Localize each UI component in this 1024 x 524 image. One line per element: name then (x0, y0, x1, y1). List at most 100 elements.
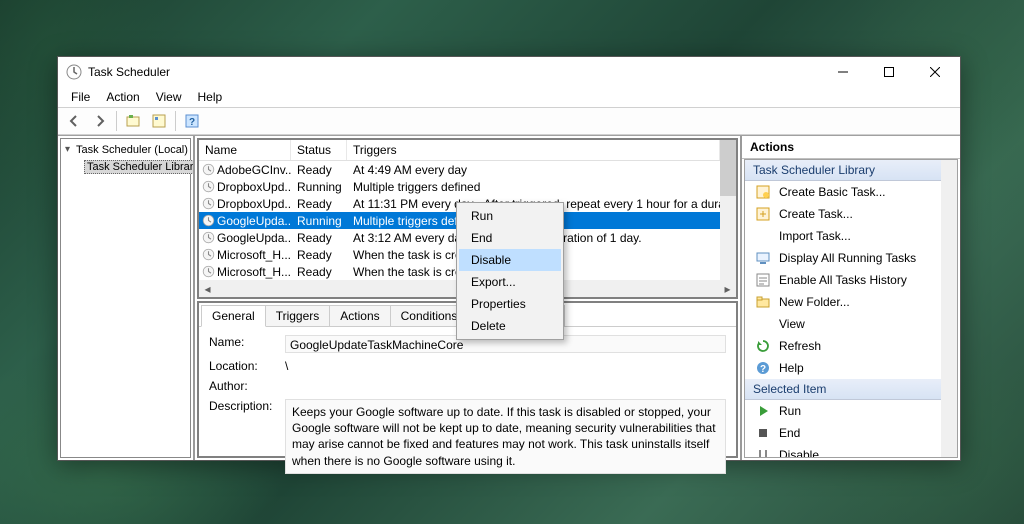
task-name: AdobeGCInv... (217, 163, 291, 177)
actions-scrollbar[interactable] (941, 160, 957, 457)
toolbar: ? (58, 107, 960, 135)
app-icon (66, 64, 82, 80)
toolbar-btn-2[interactable] (147, 109, 171, 133)
action-label: End (779, 426, 800, 440)
maximize-button[interactable] (866, 57, 912, 87)
menu-help[interactable]: Help (191, 89, 230, 105)
toolbar-btn-1[interactable] (121, 109, 145, 133)
back-button[interactable] (62, 109, 86, 133)
grid-header: Name Status Triggers (199, 140, 736, 161)
task-icon (199, 265, 217, 278)
label-description: Description: (209, 399, 279, 474)
action-refresh[interactable]: Refresh (745, 335, 957, 357)
tab-actions[interactable]: Actions (329, 305, 390, 326)
tree-pane: ▾ Task Scheduler (Local) Task Scheduler … (58, 136, 195, 460)
display-icon (755, 250, 771, 266)
column-triggers[interactable]: Triggers (347, 140, 720, 160)
context-menu-end[interactable]: End (459, 227, 561, 249)
task-icon (199, 180, 217, 193)
action-import-task[interactable]: Import Task... (745, 225, 957, 247)
task-name: DropboxUpd... (217, 197, 291, 211)
close-button[interactable] (912, 57, 958, 87)
folder-icon (755, 294, 771, 310)
menu-file[interactable]: File (64, 89, 97, 105)
action-label: View (779, 317, 805, 331)
basic-task-icon (755, 184, 771, 200)
task-icon (199, 163, 217, 176)
tab-general[interactable]: General (201, 305, 266, 327)
disable-icon (755, 447, 771, 458)
tree-collapse-icon[interactable]: ▾ (65, 144, 70, 155)
task-status: Running (291, 180, 347, 194)
action-disable[interactable]: Disable (745, 444, 957, 458)
end-icon (755, 425, 771, 441)
actions-title: Actions (742, 136, 960, 159)
tree-root[interactable]: ▾ Task Scheduler (Local) (63, 141, 188, 158)
action-enable-all-tasks-history[interactable]: Enable All Tasks History (745, 269, 957, 291)
action-label: Help (779, 361, 804, 375)
action-new-folder[interactable]: New Folder... (745, 291, 957, 313)
task-triggers: At 4:49 AM every day (347, 163, 720, 177)
tree-library[interactable]: Task Scheduler Library (63, 158, 188, 175)
task-row[interactable]: DropboxUpd...RunningMultiple triggers de… (199, 178, 736, 195)
label-name: Name: (209, 335, 279, 353)
menu-view[interactable]: View (149, 89, 189, 105)
task-status: Ready (291, 265, 347, 279)
field-location: \ (285, 359, 726, 373)
run-icon (755, 403, 771, 419)
task-name: Microsoft_H... (217, 248, 291, 262)
import-icon (755, 228, 771, 244)
task-status: Running (291, 214, 347, 228)
task-icon (199, 231, 217, 244)
task-name: GoogleUpda... (217, 214, 291, 228)
actions-section-library[interactable]: Task Scheduler Library ▴ (745, 160, 957, 181)
context-menu-properties[interactable]: Properties (459, 293, 561, 315)
label-author: Author: (209, 379, 279, 393)
task-row[interactable]: AdobeGCInv...ReadyAt 4:49 AM every day (199, 161, 736, 178)
task-status: Ready (291, 163, 347, 177)
action-view[interactable]: View▶ (745, 313, 957, 335)
action-run[interactable]: Run (745, 400, 957, 422)
context-menu-delete[interactable]: Delete (459, 315, 561, 337)
refresh-icon (755, 338, 771, 354)
task-status: Ready (291, 248, 347, 262)
tab-triggers[interactable]: Triggers (265, 305, 331, 326)
actions-pane: Actions Task Scheduler Library ▴ Create … (742, 136, 960, 460)
help-button[interactable]: ? (180, 109, 204, 133)
context-menu-run[interactable]: Run (459, 205, 561, 227)
action-create-task[interactable]: Create Task... (745, 203, 957, 225)
action-end[interactable]: End (745, 422, 957, 444)
task-icon (199, 248, 217, 261)
action-help[interactable]: ? Help (745, 357, 957, 379)
actions-body: Task Scheduler Library ▴ Create Basic Ta… (744, 159, 958, 458)
menu-action[interactable]: Action (99, 89, 146, 105)
context-menu-disable[interactable]: Disable (459, 249, 561, 271)
task-icon (199, 214, 217, 227)
titlebar: Task Scheduler (58, 57, 960, 87)
menubar: File Action View Help (58, 87, 960, 107)
action-create-basic-task[interactable]: Create Basic Task... (745, 181, 957, 203)
minimize-button[interactable] (820, 57, 866, 87)
forward-button[interactable] (88, 109, 112, 133)
action-label: Create Basic Task... (779, 185, 886, 199)
action-label: Refresh (779, 339, 821, 353)
action-label: Import Task... (779, 229, 851, 243)
context-menu: RunEndDisableExport...PropertiesDelete (456, 202, 564, 340)
task-status: Ready (291, 197, 347, 211)
field-author (285, 379, 726, 393)
task-name: DropboxUpd... (217, 180, 291, 194)
context-menu-export[interactable]: Export... (459, 271, 561, 293)
action-label: Display All Running Tasks (779, 251, 916, 265)
task-name: Microsoft_H... (217, 265, 291, 279)
grid-vertical-scrollbar[interactable] (720, 140, 736, 280)
svg-text:?: ? (760, 364, 766, 375)
task-status: Ready (291, 231, 347, 245)
column-status[interactable]: Status (291, 140, 347, 160)
action-label: New Folder... (779, 295, 850, 309)
column-name[interactable]: Name (199, 140, 291, 160)
action-label: Disable (779, 448, 819, 458)
action-display-all-running-tasks[interactable]: Display All Running Tasks (745, 247, 957, 269)
task-icon (199, 197, 217, 210)
actions-section-selected[interactable]: Selected Item ▴ (745, 379, 957, 400)
window-title: Task Scheduler (88, 65, 820, 79)
